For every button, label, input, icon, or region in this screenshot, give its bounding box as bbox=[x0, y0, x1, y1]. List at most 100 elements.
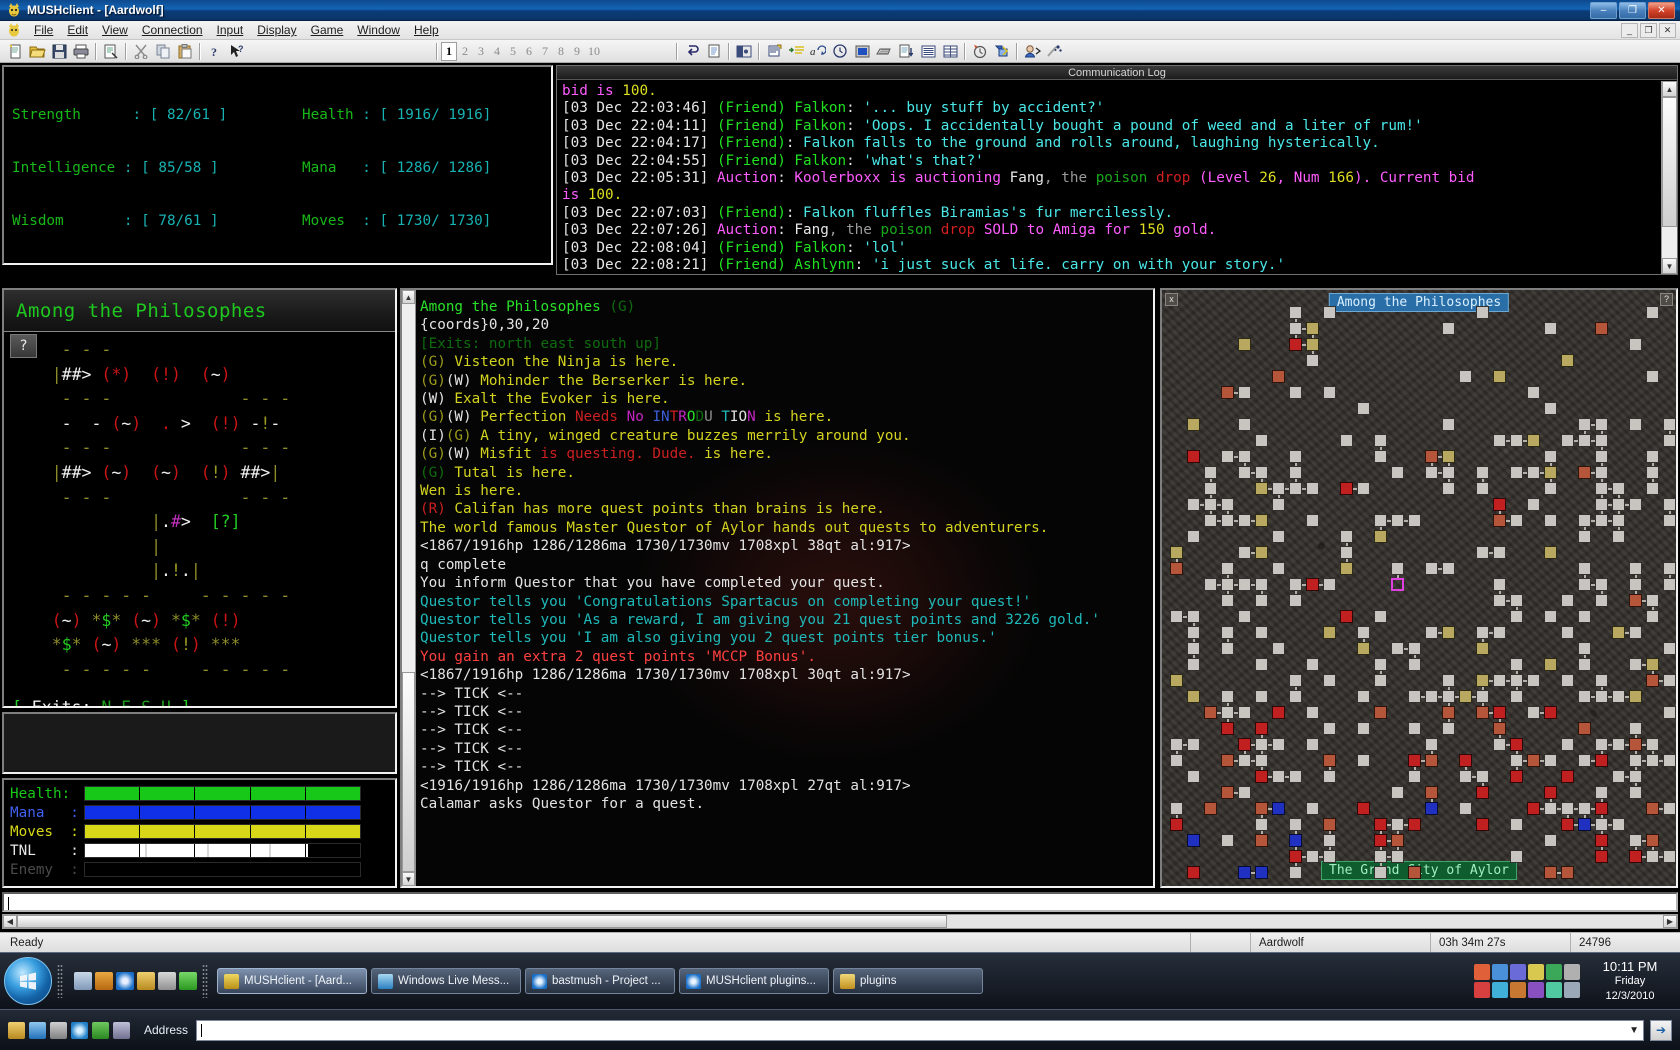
map-room[interactable] bbox=[1340, 562, 1353, 575]
map-room[interactable] bbox=[1221, 786, 1234, 799]
mdi-minimize-button[interactable]: _ bbox=[1621, 22, 1638, 38]
map-room[interactable] bbox=[1646, 674, 1659, 687]
map-room[interactable] bbox=[1442, 722, 1455, 735]
map-room[interactable] bbox=[1408, 722, 1421, 735]
map-room[interactable] bbox=[1289, 690, 1302, 703]
map-room[interactable] bbox=[1374, 866, 1387, 879]
map-room[interactable] bbox=[1238, 866, 1251, 879]
map-room[interactable] bbox=[1646, 482, 1659, 495]
map-room[interactable] bbox=[1238, 578, 1251, 591]
map-room[interactable] bbox=[1187, 770, 1200, 783]
map-room[interactable] bbox=[1323, 722, 1336, 735]
map-room[interactable] bbox=[1340, 482, 1353, 495]
taskbar-task-button[interactable]: bastmush - Project ... bbox=[525, 968, 675, 994]
map-room[interactable] bbox=[1238, 338, 1251, 351]
map-room[interactable] bbox=[1170, 754, 1183, 767]
map-room[interactable] bbox=[1187, 834, 1200, 847]
map-room[interactable] bbox=[1629, 626, 1642, 639]
map-room[interactable] bbox=[1629, 562, 1642, 575]
map-room[interactable] bbox=[1510, 754, 1523, 767]
map-room[interactable] bbox=[1476, 482, 1489, 495]
circle-icon[interactable] bbox=[113, 1021, 130, 1039]
map-room[interactable] bbox=[1391, 834, 1404, 847]
map-room[interactable] bbox=[1493, 738, 1506, 751]
map-room[interactable] bbox=[1425, 466, 1438, 479]
map-room[interactable] bbox=[1544, 834, 1557, 847]
minimize-button[interactable]: – bbox=[1590, 1, 1617, 19]
map-room[interactable] bbox=[1612, 498, 1625, 511]
map-room[interactable] bbox=[1544, 466, 1557, 479]
table-icon[interactable] bbox=[939, 41, 961, 62]
map-room[interactable] bbox=[1187, 690, 1200, 703]
taskbar-task-button[interactable]: MUSHclient plugins... bbox=[679, 968, 829, 994]
map-room[interactable] bbox=[1646, 754, 1659, 767]
map-room[interactable] bbox=[1204, 578, 1217, 591]
map-room[interactable] bbox=[1187, 866, 1200, 879]
map-room[interactable] bbox=[1221, 450, 1234, 463]
map-room[interactable] bbox=[1629, 786, 1642, 799]
map-room[interactable] bbox=[1357, 802, 1370, 815]
map-room[interactable] bbox=[1170, 546, 1183, 559]
map-room[interactable] bbox=[1595, 754, 1608, 767]
map-room[interactable] bbox=[1544, 322, 1557, 335]
new-document-icon[interactable] bbox=[4, 41, 26, 62]
map-room[interactable] bbox=[1612, 770, 1625, 783]
map-room[interactable] bbox=[1442, 674, 1455, 687]
shield-icon[interactable] bbox=[92, 1021, 109, 1039]
open-folder-icon[interactable] bbox=[26, 41, 48, 62]
map-room[interactable] bbox=[1578, 514, 1591, 527]
world-tab-5[interactable]: 5 bbox=[505, 42, 521, 61]
map-room[interactable] bbox=[1629, 594, 1642, 607]
map-room[interactable] bbox=[1408, 690, 1421, 703]
map-room[interactable] bbox=[1510, 770, 1523, 783]
map-room[interactable] bbox=[1561, 818, 1574, 831]
map-room[interactable] bbox=[1544, 482, 1557, 495]
folder-icon[interactable] bbox=[137, 972, 155, 990]
map-room[interactable] bbox=[1187, 418, 1200, 431]
map-room[interactable] bbox=[1646, 306, 1659, 319]
map-room[interactable] bbox=[1476, 674, 1489, 687]
scroll-thumb[interactable] bbox=[1662, 97, 1677, 227]
communication-log-scrollbar[interactable]: ▲ ▼ bbox=[1661, 81, 1677, 274]
map-room[interactable] bbox=[1646, 450, 1659, 463]
map-room[interactable] bbox=[1357, 642, 1370, 655]
map-room[interactable] bbox=[1629, 738, 1642, 751]
globe-icon[interactable] bbox=[71, 1021, 88, 1039]
map-room[interactable] bbox=[1238, 514, 1251, 527]
context-help-arrow-icon[interactable]: ? bbox=[226, 41, 248, 62]
map-room[interactable] bbox=[1510, 674, 1523, 687]
world-tab-7[interactable]: 7 bbox=[537, 42, 553, 61]
map-room[interactable] bbox=[1561, 738, 1574, 751]
map-room[interactable] bbox=[1170, 818, 1183, 831]
map-room[interactable] bbox=[1221, 754, 1234, 767]
map-room[interactable] bbox=[1612, 626, 1625, 639]
map-room[interactable] bbox=[1646, 834, 1659, 847]
map-room[interactable] bbox=[1493, 578, 1506, 591]
map-room[interactable] bbox=[1238, 738, 1251, 751]
map-room[interactable] bbox=[1646, 850, 1659, 863]
map-room[interactable] bbox=[1663, 498, 1676, 511]
map-room[interactable] bbox=[1187, 738, 1200, 751]
map-room[interactable] bbox=[1221, 514, 1234, 527]
map-room[interactable] bbox=[1544, 402, 1557, 415]
mapper-help-button[interactable]: ? bbox=[10, 334, 37, 358]
map-room[interactable] bbox=[1544, 866, 1557, 879]
map-room[interactable] bbox=[1238, 466, 1251, 479]
map-room[interactable] bbox=[1629, 850, 1642, 863]
tray-icon-12[interactable] bbox=[1564, 982, 1580, 998]
map-room[interactable] bbox=[1272, 770, 1285, 783]
map-room[interactable] bbox=[1306, 482, 1319, 495]
menu-item-window[interactable]: Window bbox=[350, 22, 407, 38]
map-help-icon[interactable]: ? bbox=[1660, 293, 1673, 306]
map-room[interactable] bbox=[1187, 498, 1200, 511]
map-room[interactable] bbox=[1578, 466, 1591, 479]
world-tab-4[interactable]: 4 bbox=[489, 42, 505, 61]
map-room[interactable] bbox=[1663, 562, 1676, 575]
save-world-icon[interactable] bbox=[991, 41, 1013, 62]
map-room[interactable] bbox=[1442, 450, 1455, 463]
map-room[interactable] bbox=[1255, 594, 1268, 607]
map-room[interactable] bbox=[1425, 450, 1438, 463]
map-room[interactable] bbox=[1578, 754, 1591, 767]
folder-icon[interactable] bbox=[8, 1021, 25, 1039]
map-room[interactable] bbox=[1323, 754, 1336, 767]
